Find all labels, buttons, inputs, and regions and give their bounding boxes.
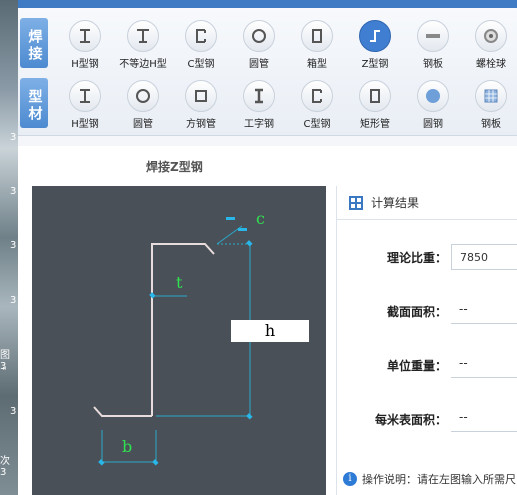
tool-label: 钢板	[481, 119, 501, 130]
tool-unequal-h[interactable]: 不等边H型	[114, 18, 172, 74]
tool-label: 钢板	[423, 59, 443, 70]
area-value: --	[451, 298, 517, 324]
app-window: 焊接 型材 H型钢 不等边H型 C型钢 圆管 箱型 Z型钢 钢板 螺栓球 H型钢…	[18, 0, 517, 495]
desktop-mark: 3	[10, 240, 17, 251]
tool-label: H型钢	[71, 119, 99, 130]
round-pipe-icon	[136, 89, 150, 103]
tool-label: 矩形管	[360, 119, 390, 130]
z-profile	[151, 243, 215, 416]
i-steel-icon	[255, 88, 263, 104]
tool-label: C型钢	[187, 59, 215, 70]
weight-value: --	[451, 352, 517, 378]
desktop-mark: 次 3	[0, 456, 10, 478]
round-bar-icon	[426, 89, 440, 103]
dim-tick	[238, 228, 247, 231]
section-title: 焊接Z型钢	[146, 160, 203, 174]
desktop-mark: 3	[10, 186, 17, 197]
steel-plate-icon	[484, 89, 498, 103]
result-label: 单位重量：	[386, 359, 447, 373]
square-pipe-icon	[195, 90, 207, 102]
tool-welded-c[interactable]: C型钢	[172, 18, 230, 74]
tool-label: Z型钢	[361, 59, 389, 70]
tool-profile-plate[interactable]: 钢板	[462, 78, 517, 134]
drawing-canvas: c t b h	[32, 186, 326, 495]
bolt-ball-icon	[484, 29, 498, 43]
tool-label: 圆管	[133, 119, 153, 130]
desktop-background: 3 3 3 3 图 3 " 3 次 3	[0, 0, 18, 495]
rect-pipe-icon	[370, 89, 380, 103]
z-section-icon	[370, 30, 380, 42]
result-panel: 计算结果 理论比重： 7850 截面面积： -- 单位重量： -- 每米表面积：…	[336, 186, 517, 495]
result-label: 每米表面积：	[374, 413, 447, 427]
result-row-weight: 单位重量： --	[337, 352, 517, 378]
i-beam-icon	[80, 29, 90, 43]
operation-note: i 操作说明：请在左图输入所需尺	[337, 468, 517, 490]
note-text: 操作说明：请在左图输入所需尺	[362, 473, 516, 486]
tool-welded-pipe[interactable]: 圆管	[230, 18, 288, 74]
tool-profile-c[interactable]: C型钢	[288, 78, 346, 134]
desktop-mark: 3	[10, 406, 17, 417]
tool-box[interactable]: 箱型	[288, 18, 346, 74]
calculator-icon	[349, 195, 363, 210]
group-tab-welded[interactable]: 焊接	[20, 18, 48, 68]
tool-profile-pipe[interactable]: 圆管	[114, 78, 172, 134]
tool-label: 工字钢	[244, 119, 274, 130]
main-content: 焊接Z型钢 c t b h 计算结果 理论比重： 7850 截面面积： -- 单…	[18, 146, 517, 495]
result-label: 截面面积：	[386, 305, 447, 319]
tool-plate[interactable]: 钢板	[404, 18, 462, 74]
tool-label: 圆管	[249, 59, 269, 70]
dim-label-b: b	[122, 437, 132, 456]
section-toolbar: 焊接 型材 H型钢 不等边H型 C型钢 圆管 箱型 Z型钢 钢板 螺栓球 H型钢…	[18, 8, 517, 136]
i-beam-icon	[80, 89, 90, 103]
tool-label: C型钢	[303, 119, 331, 130]
tool-z-section[interactable]: Z型钢	[346, 18, 404, 74]
tool-i-steel[interactable]: 工字钢	[230, 78, 288, 134]
box-section-icon	[312, 29, 322, 43]
desktop-mark: 3	[10, 132, 17, 143]
surface-value: --	[451, 406, 517, 432]
dim-label-c: c	[256, 209, 265, 228]
tool-label: 螺栓球	[476, 59, 506, 70]
result-header: 计算结果	[337, 186, 517, 220]
z-profile-bottom	[93, 406, 152, 417]
dim-input-h[interactable]: h	[231, 320, 309, 342]
desktop-mark: "	[2, 366, 7, 377]
result-label: 理论比重：	[386, 251, 447, 265]
result-row-surface: 每米表面积： --	[337, 406, 517, 432]
result-row-area: 截面面积： --	[337, 298, 517, 324]
tool-bolt-ball[interactable]: 螺栓球	[462, 18, 517, 74]
result-title: 计算结果	[371, 196, 420, 210]
c-channel-icon	[196, 29, 206, 43]
round-pipe-icon	[252, 29, 266, 43]
title-bar	[18, 0, 517, 8]
tool-label: H型钢	[71, 59, 99, 70]
desktop-mark: 3	[10, 295, 17, 306]
tool-welded-h-beam[interactable]: H型钢	[56, 18, 114, 74]
dim-label-t: t	[176, 273, 183, 292]
density-input[interactable]: 7850	[451, 244, 517, 270]
unequal-i-beam-icon	[137, 29, 149, 43]
info-icon: i	[343, 472, 357, 486]
steel-plate-icon	[426, 34, 440, 38]
tool-rect-pipe[interactable]: 矩形管	[346, 78, 404, 134]
tool-profile-h-beam[interactable]: H型钢	[56, 78, 114, 134]
tool-label: 箱型	[307, 59, 327, 70]
tool-square-pipe[interactable]: 方钢管	[172, 78, 230, 134]
group-tab-profiles[interactable]: 型材	[20, 78, 48, 128]
tool-round-bar[interactable]: 圆钢	[404, 78, 462, 134]
tool-label: 方钢管	[186, 119, 216, 130]
tool-label: 圆钢	[423, 119, 443, 130]
result-row-density: 理论比重： 7850	[337, 244, 517, 270]
tool-label: 不等边H型	[119, 59, 167, 70]
c-channel-icon	[312, 89, 322, 103]
dim-tick	[226, 217, 235, 220]
